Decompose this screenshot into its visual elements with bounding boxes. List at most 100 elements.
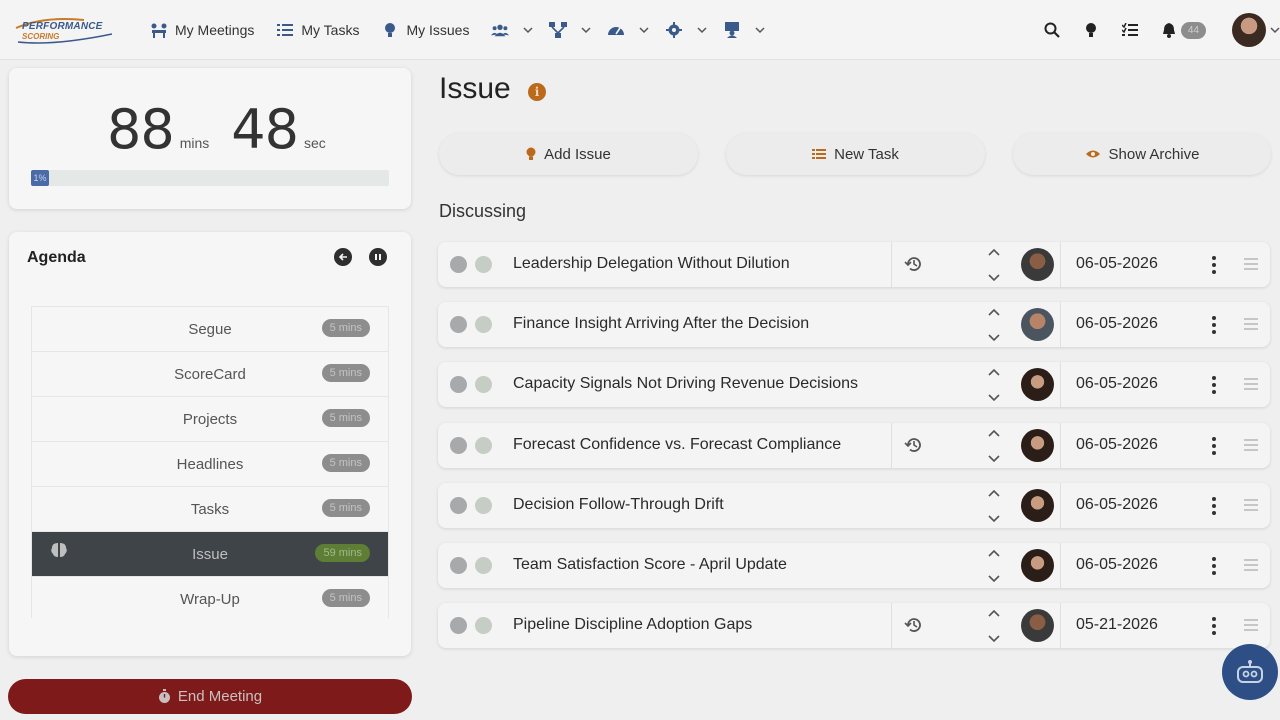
chevron-up-icon[interactable] [987, 549, 1001, 558]
issue-row[interactable]: Forecast Confidence vs. Forecast Complia… [438, 422, 1270, 468]
history-icon[interactable] [904, 254, 924, 274]
chevron-down-icon[interactable] [987, 454, 1001, 463]
status-dot[interactable] [450, 617, 467, 635]
chevron-down-icon[interactable] [1270, 25, 1280, 35]
performance-scoring-logo[interactable]: PERFORMANCE SCORING [14, 14, 114, 46]
issue-row[interactable]: Capacity Signals Not Driving Revenue Dec… [438, 362, 1270, 408]
chevron-up-icon[interactable] [987, 489, 1001, 498]
status-dot[interactable] [475, 557, 492, 574]
issue-date[interactable]: 06-05-2026 [1076, 255, 1158, 273]
drag-handle-icon[interactable] [1244, 619, 1258, 632]
history-icon[interactable] [904, 435, 924, 455]
chevron-down-icon[interactable] [987, 333, 1001, 342]
agenda-item-segue[interactable]: Segue 5 mins [31, 307, 389, 352]
reorder-arrows[interactable] [987, 549, 1001, 583]
more-options-icon[interactable] [1204, 314, 1224, 336]
issue-date[interactable]: 05-21-2026 [1076, 616, 1158, 634]
chevron-down-icon[interactable] [987, 393, 1001, 402]
chevron-up-icon[interactable] [987, 429, 1001, 438]
back-button[interactable] [334, 248, 352, 266]
chevron-down-icon[interactable] [987, 273, 1001, 282]
agenda-item-tasks[interactable]: Tasks 5 mins [31, 487, 389, 532]
drag-handle-icon[interactable] [1244, 559, 1258, 571]
issue-date[interactable]: 06-05-2026 [1076, 315, 1158, 333]
chevron-up-icon[interactable] [987, 308, 1001, 317]
nav-settings-dropdown[interactable] [665, 15, 707, 45]
more-options-icon[interactable] [1204, 435, 1224, 457]
pause-button[interactable] [369, 248, 387, 266]
agenda-item-wrap-up[interactable]: Wrap-Up 5 mins [31, 577, 389, 618]
chevron-up-icon[interactable] [987, 609, 1001, 618]
drag-handle-icon[interactable] [1244, 378, 1258, 391]
status-dot[interactable] [450, 376, 467, 394]
status-dot[interactable] [450, 436, 467, 454]
owner-avatar[interactable] [1021, 428, 1054, 462]
nav-training-dropdown[interactable] [723, 15, 765, 45]
agenda-item-scorecard[interactable]: ScoreCard 5 mins [31, 352, 389, 397]
owner-avatar[interactable] [1021, 549, 1054, 582]
owner-avatar[interactable] [1021, 368, 1054, 402]
chevron-down-icon[interactable] [987, 634, 1001, 643]
status-dot[interactable] [450, 256, 467, 273]
chevron-down-icon[interactable] [987, 514, 1001, 523]
chevron-up-icon[interactable] [987, 368, 1001, 377]
info-icon[interactable]: i [528, 83, 546, 101]
owner-avatar[interactable] [1021, 609, 1054, 643]
status-dot[interactable] [475, 376, 492, 394]
tasks-icon[interactable] [1119, 19, 1141, 41]
issue-title[interactable]: Decision Follow-Through Drift [513, 496, 724, 514]
reorder-arrows[interactable] [987, 248, 1001, 282]
issue-date[interactable]: 06-05-2026 [1076, 496, 1158, 514]
agenda-item-projects[interactable]: Projects 5 mins [31, 397, 389, 442]
issue-title[interactable]: Capacity Signals Not Driving Revenue Dec… [513, 375, 858, 393]
reorder-arrows[interactable] [987, 489, 1001, 523]
owner-avatar[interactable] [1021, 248, 1054, 281]
status-dot[interactable] [450, 496, 467, 514]
new-task-button[interactable]: New Task [726, 133, 985, 175]
chevron-down-icon[interactable] [987, 574, 1001, 583]
agenda-item-issue[interactable]: Issue 59 mins [31, 532, 389, 577]
nav-my-tasks[interactable]: My Tasks [276, 15, 359, 45]
status-dot[interactable] [475, 496, 492, 514]
history-icon[interactable] [904, 615, 924, 635]
status-dot[interactable] [475, 436, 492, 454]
chatbot-button[interactable] [1222, 644, 1278, 700]
issue-row[interactable]: Finance Insight Arriving After the Decis… [438, 302, 1270, 348]
end-meeting-button[interactable]: End Meeting [8, 679, 412, 714]
issue-title[interactable]: Finance Insight Arriving After the Decis… [513, 315, 809, 333]
issue-row[interactable]: Decision Follow-Through Drift 06-05-2026 [438, 482, 1270, 528]
show-archive-button[interactable]: Show Archive [1013, 133, 1271, 175]
nav-org-chart-dropdown[interactable] [549, 15, 591, 45]
agenda-item-headlines[interactable]: Headlines 5 mins [31, 442, 389, 487]
drag-handle-icon[interactable] [1244, 498, 1258, 511]
issue-title[interactable]: Pipeline Discipline Adoption Gaps [513, 616, 752, 634]
more-options-icon[interactable] [1204, 374, 1224, 396]
issue-date[interactable]: 06-05-2026 [1076, 556, 1158, 574]
status-dot[interactable] [475, 256, 492, 273]
reorder-arrows[interactable] [987, 609, 1001, 643]
reorder-arrows[interactable] [987, 368, 1001, 402]
more-options-icon[interactable] [1204, 495, 1224, 517]
owner-avatar[interactable] [1021, 488, 1054, 522]
status-dot[interactable] [450, 316, 467, 334]
issue-date[interactable]: 06-05-2026 [1076, 375, 1158, 393]
add-issue-button[interactable]: Add Issue [439, 133, 698, 175]
reorder-arrows[interactable] [987, 308, 1001, 342]
status-dot[interactable] [475, 316, 492, 334]
more-options-icon[interactable] [1204, 615, 1224, 637]
owner-avatar[interactable] [1021, 308, 1054, 342]
issue-title[interactable]: Forecast Confidence vs. Forecast Complia… [513, 436, 841, 454]
issue-title[interactable]: Team Satisfaction Score - April Update [513, 556, 787, 574]
nav-my-issues[interactable]: My Issues [381, 15, 469, 45]
search-icon[interactable] [1041, 19, 1063, 41]
lightbulb-icon[interactable] [1080, 19, 1102, 41]
nav-my-meetings[interactable]: My Meetings [150, 15, 254, 45]
issue-date[interactable]: 06-05-2026 [1076, 436, 1158, 454]
issue-row[interactable]: Pipeline Discipline Adoption Gaps 05-21-2… [438, 603, 1270, 649]
more-options-icon[interactable] [1204, 254, 1224, 276]
drag-handle-icon[interactable] [1244, 438, 1258, 451]
drag-handle-icon[interactable] [1244, 258, 1258, 270]
nav-dashboard-dropdown[interactable] [607, 15, 649, 45]
drag-handle-icon[interactable] [1244, 318, 1258, 331]
issue-row[interactable]: Team Satisfaction Score - April Update 06… [438, 543, 1270, 588]
